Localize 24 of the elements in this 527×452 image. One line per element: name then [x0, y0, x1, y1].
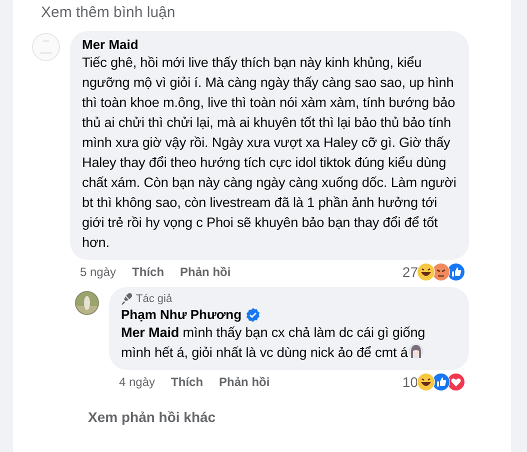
- laughing-face-icon: [417, 263, 435, 281]
- view-more-comments-link[interactable]: Xem thêm bình luận: [29, 4, 511, 31]
- comment-text: Tiếc ghê, hồi mới live thấy thích bạn này kinh khủng, kiểu ngưỡng mộ vì giỏi í. Mà càng ngày thấy càng sao sao, up hình thì toàn khoe m.ông, live thì toàn nói xàm xàm, tính bướng bảo thủ ai chửi thì chửi lại, mà ai khuyên tốt thì lại bảo thủ bảo tính mình xưa giờ vậy rồi. Ngày xưa vượt xa Haley cỡ gì. Giờ thấy Haley thay đổi theo hướng tích cực idol tiktok đúng kiểu dùng chất xám. Còn bạn này càng ngày càng xuống dốc. Làm người bt thì không sao, còn livestream đã là 1 phần ảnh hưởng tới giới trẻ rồi hy vọng c Phoi sẽ khuyên bảo bạn thay đổi để tốt hơn.: [82, 54, 457, 252]
- author-name[interactable]: Mer Maid: [82, 37, 138, 52]
- reply-link[interactable]: Phản hồi: [219, 375, 270, 389]
- avatar: [75, 291, 99, 315]
- timestamp: 4 ngày: [119, 375, 156, 389]
- laughing-face-icon: [417, 373, 435, 391]
- like-link[interactable]: Thích: [132, 265, 164, 279]
- view-more-replies-link[interactable]: Xem phản hồi khác: [29, 395, 511, 425]
- microphone-icon: [121, 293, 132, 305]
- like-link[interactable]: Thích: [171, 375, 204, 389]
- thumbs-up-icon: [447, 263, 465, 281]
- angry-face-icon: [432, 263, 450, 281]
- author-name[interactable]: Phạm Như Phương: [121, 307, 242, 322]
- reply-link[interactable]: Phản hồi: [180, 265, 231, 279]
- avatar: [32, 33, 60, 61]
- timestamp: 5 ngày: [80, 265, 116, 279]
- comment-text: Mer Maid mình thấy bạn cx chả làm dc cái gì giống mình hết á, giỏi nhất là vc dùng nick ảo để cmt á: [121, 324, 426, 362]
- author-label: Tác giả: [136, 293, 172, 305]
- reaction-count[interactable]: 27: [402, 264, 418, 280]
- heart-icon: [447, 373, 465, 391]
- reaction-count[interactable]: 10: [402, 374, 418, 390]
- thumbs-up-icon: [432, 373, 450, 391]
